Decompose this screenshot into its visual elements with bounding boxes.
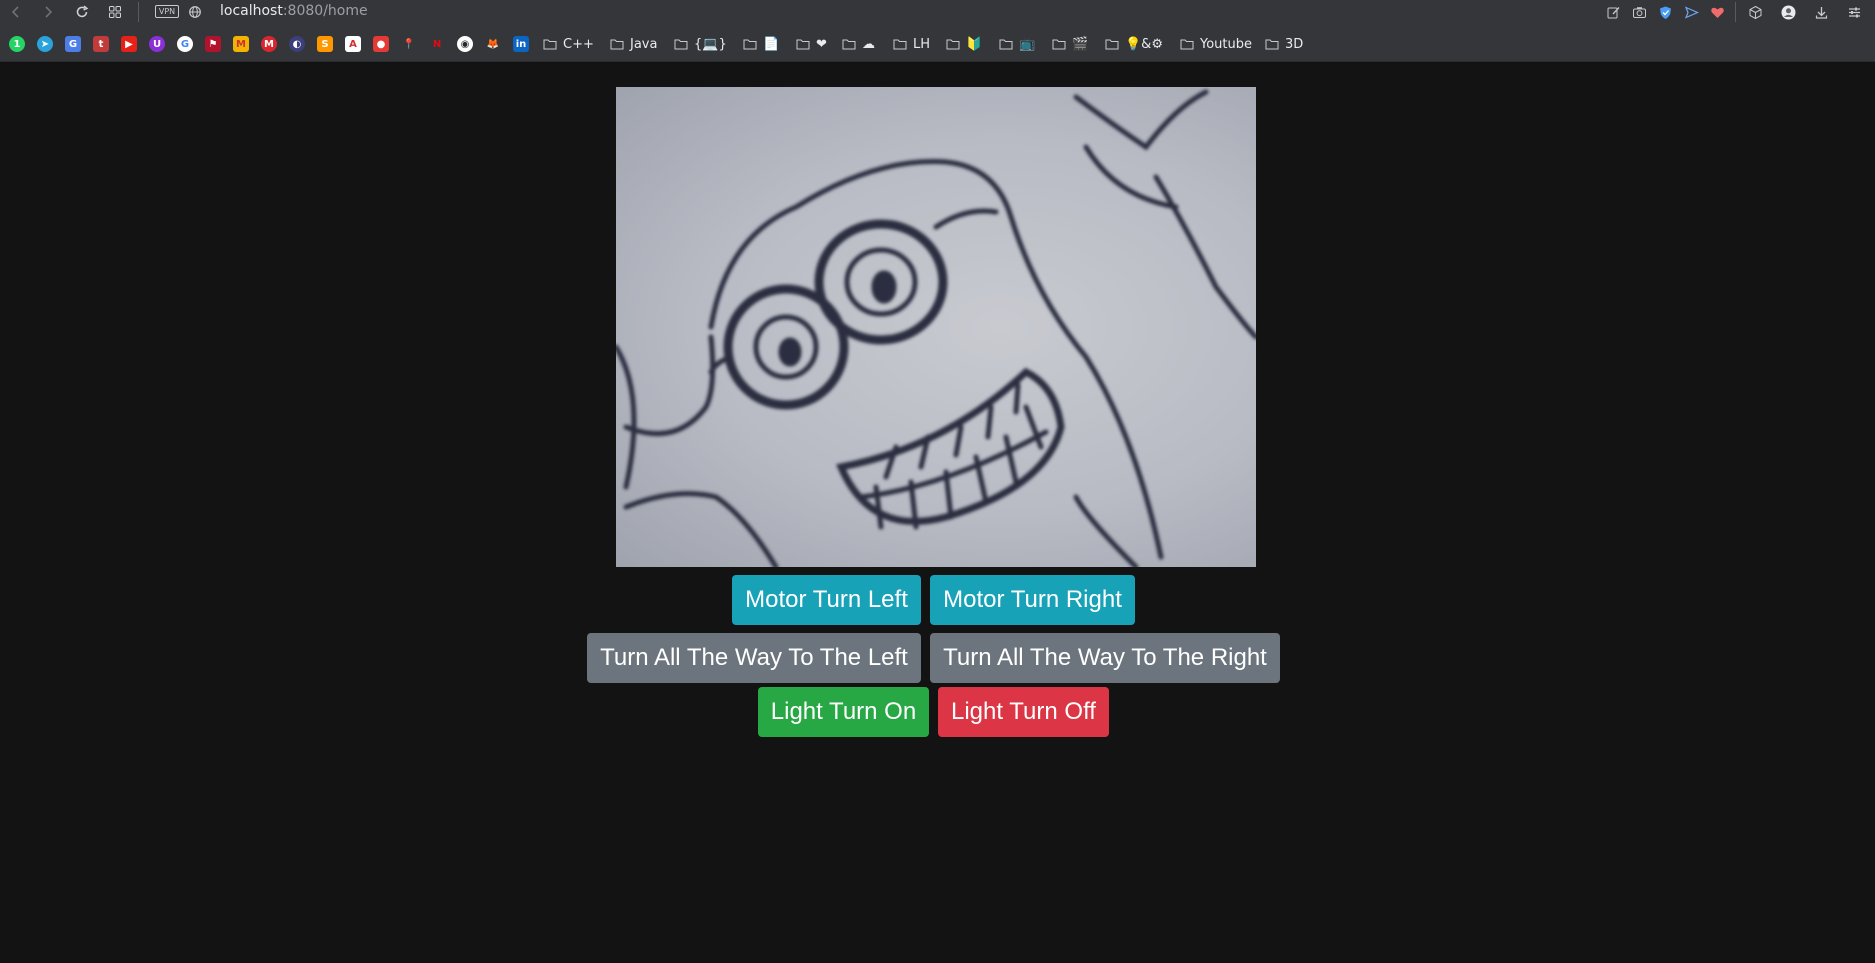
gmail-icon[interactable]: M [233,36,249,52]
back-icon[interactable] [6,2,26,22]
light-off-button[interactable]: Light Turn Off [938,687,1109,737]
linkedin-icon[interactable]: in [513,36,529,52]
forward-icon[interactable] [38,2,58,22]
bookmark-folder[interactable]: 3D [1265,34,1303,54]
light-on-button[interactable]: Light Turn On [758,687,929,737]
folder-icon [796,39,810,50]
globe-icon[interactable] [185,2,205,22]
google-icon[interactable]: G [177,36,193,52]
bookmark-folder-label: 🎬 [1072,36,1089,52]
edit-page-icon[interactable] [1603,2,1623,22]
folder-icon [1052,39,1066,50]
github-icon[interactable]: ◉ [457,36,473,52]
bookmarks-bar: 1 ➤ G t ▶ U G ⚑ M M ◐ S A ● 📍 N ◉ 🦊 in C… [0,24,1875,62]
camera-feed [616,87,1256,567]
folder-icon [893,39,907,50]
bookmark-folder-label: LH [913,36,931,52]
folder-icon [999,39,1013,50]
flag-icon[interactable]: ⚑ [205,36,221,52]
camera-icon[interactable] [1629,2,1649,22]
download-icon[interactable] [1811,2,1831,22]
folder-icon [543,39,557,50]
folder-icon [610,39,624,50]
folder-icon [1265,39,1279,50]
tumblr-icon[interactable]: t [93,36,109,52]
bookmark-folder[interactable]: 📺 [999,34,1035,54]
url-path: :8080/home [282,3,368,19]
bookmark-folder[interactable]: ☁ [842,34,875,54]
bookmark-folder[interactable]: LH [893,34,930,54]
folder-icon [842,39,856,50]
gitlab-icon[interactable]: 🦊 [485,36,501,52]
whatsapp-icon[interactable]: 1 [9,36,25,52]
bookmark-folder-label: C++ [563,36,594,52]
bookmark-folder[interactable]: 🎬 [1052,34,1088,54]
folder-icon [674,39,688,50]
bookmark-folder-label: Java [630,36,658,52]
address-bar[interactable]: localhost:8080/home [220,3,368,19]
url-host: localhost [220,3,283,19]
maps-pin-icon[interactable]: ● [373,36,389,52]
heart-icon[interactable] [1707,2,1727,22]
bookmark-folder-label: {💻} [694,36,727,52]
bookmark-folder[interactable]: {💻} [674,34,727,54]
camera-frame-drawing [616,89,1256,567]
youtube-icon[interactable]: ▶ [121,36,137,52]
folder-icon [1180,39,1194,50]
bookmark-folder-label: Youtube [1200,36,1252,52]
reload-icon[interactable] [72,2,92,22]
bookmark-folder-label: ☁ [862,36,875,52]
folder-icon [946,39,960,50]
browser-toolbar: VPN localhost:8080/home [0,0,1875,24]
speed-dial-icon[interactable] [105,2,125,22]
extensions-cube-icon[interactable] [1745,2,1765,22]
browser-icon[interactable]: ◐ [289,36,305,52]
turn-full-left-button[interactable]: Turn All The Way To The Left [587,633,921,683]
mega-icon[interactable]: M [261,36,277,52]
shield-icon[interactable] [1655,2,1675,22]
bookmark-folder[interactable]: C++ [543,34,594,54]
vpn-badge[interactable]: VPN [155,5,179,18]
bookmark-folder[interactable]: Youtube [1180,34,1252,54]
motor-turn-right-button[interactable]: Motor Turn Right [930,575,1135,625]
ublock-icon[interactable]: U [149,36,165,52]
toolbar-divider [1735,2,1736,22]
sublime-icon[interactable]: S [317,36,333,52]
bookmark-folder-label: 💡&⚙ [1125,36,1163,52]
pdf-icon[interactable]: A [345,36,361,52]
profile-avatar-icon[interactable] [1778,2,1798,22]
netflix-icon[interactable]: N [429,36,445,52]
folder-icon [743,39,757,50]
toolbar-divider [138,2,139,22]
google-maps-icon[interactable]: 📍 [401,36,417,52]
send-icon[interactable] [1681,2,1701,22]
bookmark-folder[interactable]: 🔰 [946,34,982,54]
bookmark-folder-label: 📺 [1019,36,1036,52]
bookmark-folder-label: 🔰 [966,36,983,52]
bookmark-folder-label: ❤ [816,36,827,52]
translate-icon[interactable]: G [65,36,81,52]
turn-full-right-button[interactable]: Turn All The Way To The Right [930,633,1280,683]
bookmark-folder[interactable]: 📄 [743,34,779,54]
bookmark-folder[interactable]: ❤ [796,34,827,54]
bookmark-folder-label: 📄 [763,36,780,52]
bookmark-folder[interactable]: 💡&⚙ [1105,34,1163,54]
settings-sliders-icon[interactable] [1844,2,1864,22]
folder-icon [1105,39,1119,50]
bookmark-folder-label: 3D [1285,36,1304,52]
telegram-icon[interactable]: ➤ [37,36,53,52]
bookmark-folder[interactable]: Java [610,34,657,54]
motor-turn-left-button[interactable]: Motor Turn Left [732,575,921,625]
